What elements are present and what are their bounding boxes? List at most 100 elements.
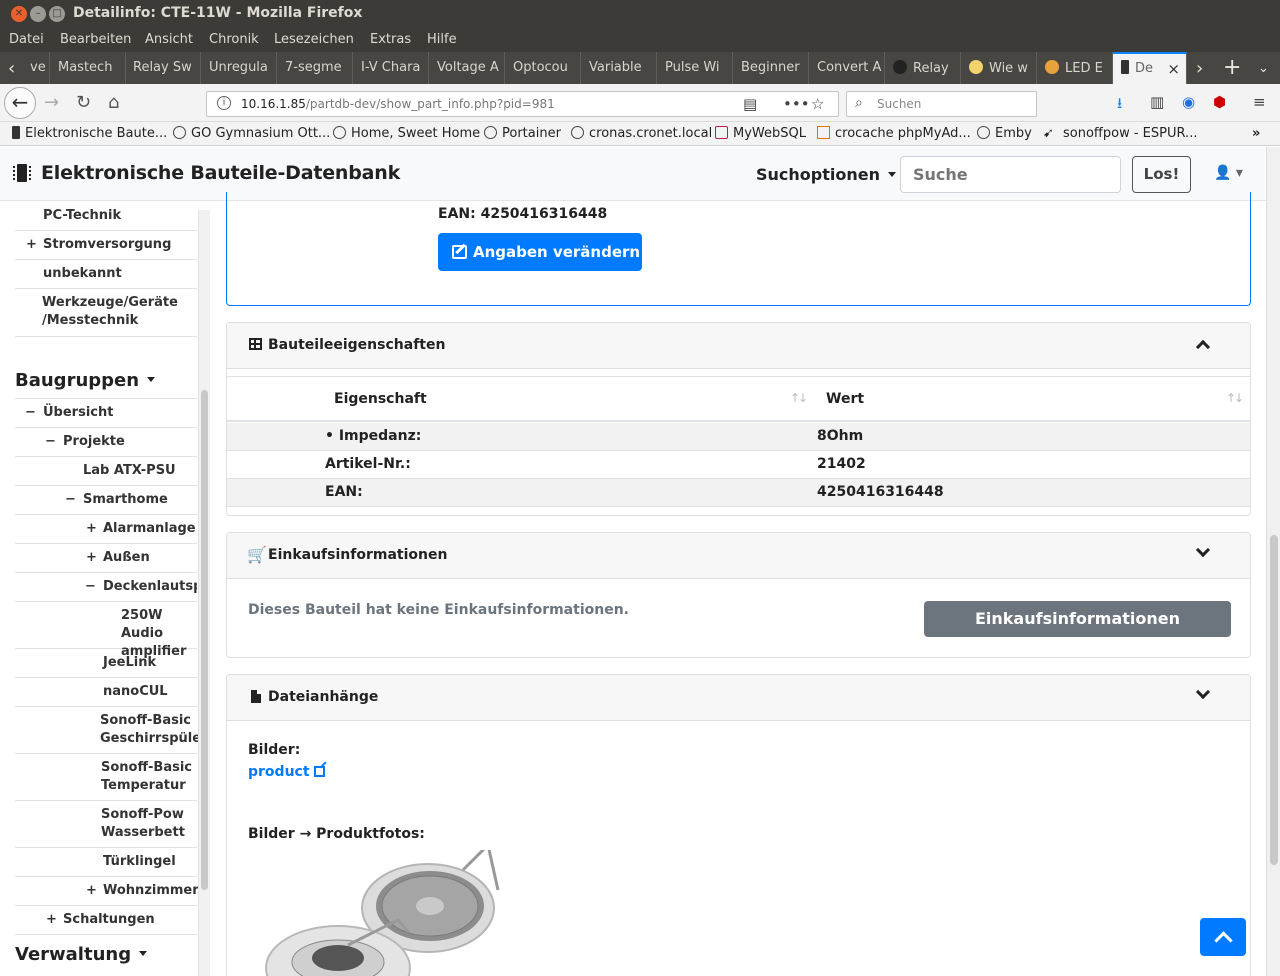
tab[interactable]: 7-segme <box>277 52 353 84</box>
collapse-minus-icon[interactable]: − <box>85 578 96 596</box>
home-icon[interactable]: ⌂ <box>108 92 119 113</box>
tab[interactable]: Wie w <box>961 52 1037 84</box>
bookmark-item[interactable]: Emby <box>977 126 1032 141</box>
page-scrollbar[interactable] <box>1266 147 1280 976</box>
tab[interactable]: Beginner <box>733 52 809 84</box>
collapse-minus-icon[interactable]: − <box>25 404 36 422</box>
chevron-down-icon[interactable] <box>1195 542 1211 558</box>
back-to-top-button[interactable] <box>1200 918 1246 956</box>
bookmark-item[interactable]: Portainer <box>484 126 561 141</box>
chevron-up-icon[interactable] <box>1195 339 1211 355</box>
tree-item-pc-technik[interactable]: PC-Technik <box>15 202 197 231</box>
adblock-icon[interactable]: ⬢ <box>1213 93 1226 111</box>
menu-datei[interactable]: Datei <box>9 32 44 47</box>
tabs-scroll-left-icon[interactable]: ‹ <box>8 58 15 79</box>
col-header-value[interactable]: Wert <box>826 391 864 407</box>
tree-item-deckenlautsprecher[interactable]: −Deckenlautspre <box>15 573 197 602</box>
expand-plus-icon[interactable]: + <box>46 911 57 929</box>
tree-item-schaltungen[interactable]: + Schaltungen <box>15 906 197 935</box>
verwaltung-heading[interactable]: Verwaltung <box>15 944 147 965</box>
page-scrollbar-thumb[interactable] <box>1270 535 1278 865</box>
tree-item-uebersicht[interactable]: − Übersicht <box>15 399 197 428</box>
menu-hilfe[interactable]: Hilfe <box>427 32 457 47</box>
search-options-dropdown[interactable]: Suchoptionen <box>756 165 896 184</box>
search-go-button[interactable]: Los! <box>1132 156 1191 193</box>
attachments-header[interactable]: Dateianhänge <box>227 675 1250 721</box>
app-brand[interactable]: Elektronische Bauteile-Datenbank <box>41 162 400 184</box>
tree-item-sonoff-pow-wasserbett[interactable]: Sonoff-Pow Wasserbett <box>15 801 197 848</box>
tabs-scroll-right-icon[interactable]: › <box>1196 58 1203 79</box>
menu-lesezeichen[interactable]: Lesezeichen <box>274 32 354 47</box>
bookmark-item[interactable]: ➹ sonoffpow - ESPUR... <box>1043 126 1197 141</box>
menu-extras[interactable]: Extras <box>370 32 411 47</box>
baugruppen-heading[interactable]: Baugruppen <box>15 370 155 391</box>
tree-item-lab-atx-psu[interactable]: Lab ATX-PSU <box>15 457 197 486</box>
window-close-button[interactable]: ✕ <box>11 6 27 22</box>
bookmark-item[interactable]: Home, Sweet Home <box>333 126 480 141</box>
menu-chronik[interactable]: Chronik <box>209 32 259 47</box>
tab[interactable]: Convert A <box>809 52 885 84</box>
bookmark-star-icon[interactable]: ☆ <box>811 95 824 113</box>
tab-list-chevron-down-icon[interactable]: ⌄ <box>1258 61 1269 76</box>
site-info-icon[interactable]: i <box>217 96 231 110</box>
tab-close-icon[interactable]: × <box>1167 60 1180 78</box>
collapse-minus-icon[interactable]: − <box>65 491 76 509</box>
bookmark-item[interactable]: cronas.cronet.local <box>571 126 712 141</box>
bookmark-item[interactable]: MyWebSQL <box>715 126 806 141</box>
tree-item-nanocul[interactable]: nanoCUL <box>15 678 197 707</box>
tab[interactable]: Relay <box>885 52 961 84</box>
tree-item-smarthome[interactable]: − Smarthome <box>15 486 197 515</box>
tab[interactable]: Voltage A <box>429 52 505 84</box>
tab[interactable]: ve <box>22 52 50 84</box>
reload-icon[interactable]: ↻ <box>76 92 91 113</box>
tab[interactable]: Variable <box>581 52 657 84</box>
tab[interactable]: Pulse Wi <box>657 52 733 84</box>
user-menu-icon[interactable]: 👤 ▾ <box>1214 165 1243 181</box>
purchase-header[interactable]: 🛒 Einkaufsinformationen <box>227 533 1250 579</box>
url-bar[interactable]: i 10.16.1.85/partdb-dev/show_part_info.p… <box>206 91 839 117</box>
product-photo[interactable] <box>258 850 508 976</box>
tree-item-tuerklingel[interactable]: Türklingel <box>15 848 197 877</box>
tree-item-sonoff-basic-geschirrspueler[interactable]: Sonoff-Basic Geschirrspüler <box>15 707 207 754</box>
tree-item-werkzeuge[interactable]: Werkzeuge/Geräte /Messtechnik <box>15 289 197 337</box>
forward-arrow-icon[interactable]: → <box>44 92 59 113</box>
tab[interactable]: LED E <box>1037 52 1113 84</box>
col-header-property[interactable]: Eigenschaft <box>334 391 427 407</box>
tab[interactable]: Optocou <box>505 52 581 84</box>
reader-view-icon[interactable]: ▤ <box>743 95 757 113</box>
properties-header[interactable]: Bauteileeigenschaften <box>227 323 1250 369</box>
tree-item-jeelink[interactable]: JeeLink <box>15 649 197 678</box>
sort-icon[interactable]: ↑↓ <box>790 391 808 405</box>
tab-active[interactable]: De × <box>1113 52 1187 84</box>
expand-plus-icon[interactable]: + <box>86 520 97 538</box>
tree-item-unbekannt[interactable]: unbekannt <box>15 260 197 289</box>
collapse-minus-icon[interactable]: − <box>45 433 56 451</box>
expand-plus-icon[interactable]: + <box>86 549 97 567</box>
page-actions-icon[interactable]: ••• <box>783 95 810 113</box>
browser-search-box[interactable]: ⌕ Suchen <box>846 91 1037 117</box>
product-link[interactable]: product <box>248 764 325 780</box>
extension-icon[interactable]: ◉ <box>1182 93 1195 111</box>
edit-part-button[interactable]: Angaben verändern <box>438 233 642 271</box>
tab[interactable]: Relay Sw <box>125 52 201 84</box>
window-minimize-button[interactable]: – <box>30 6 46 22</box>
chevron-down-icon[interactable] <box>1195 684 1211 700</box>
expand-plus-icon[interactable]: + <box>26 236 37 254</box>
menu-ansicht[interactable]: Ansicht <box>145 32 193 47</box>
bookmarks-overflow-icon[interactable]: » <box>1252 126 1260 141</box>
tab[interactable]: Mastech <box>50 52 126 84</box>
bookmark-item[interactable]: Elektronische Baute... <box>12 126 167 141</box>
tab[interactable]: I-V Chara <box>353 52 429 84</box>
sidebar-scrollbar[interactable] <box>198 210 210 976</box>
bookmark-item[interactable]: GO Gymnasium Ott... <box>173 126 330 141</box>
tree-item-projekte[interactable]: − Projekte <box>15 428 197 457</box>
back-arrow-icon[interactable]: ← <box>4 87 36 119</box>
tree-item-aussen[interactable]: + Außen <box>15 544 197 573</box>
tree-item-sonoff-basic-temperatur[interactable]: Sonoff-Basic Temperatur <box>15 754 197 801</box>
tree-item-wohnzimmer[interactable]: + Wohnzimmer <box>15 877 199 906</box>
tab[interactable]: Unregula <box>201 52 277 84</box>
new-tab-icon[interactable]: + <box>1223 55 1241 80</box>
menu-bearbeiten[interactable]: Bearbeiten <box>60 32 131 47</box>
sort-icon[interactable]: ↑↓ <box>1226 391 1244 405</box>
bookmark-item[interactable]: crocache phpMyAd... <box>817 126 971 141</box>
